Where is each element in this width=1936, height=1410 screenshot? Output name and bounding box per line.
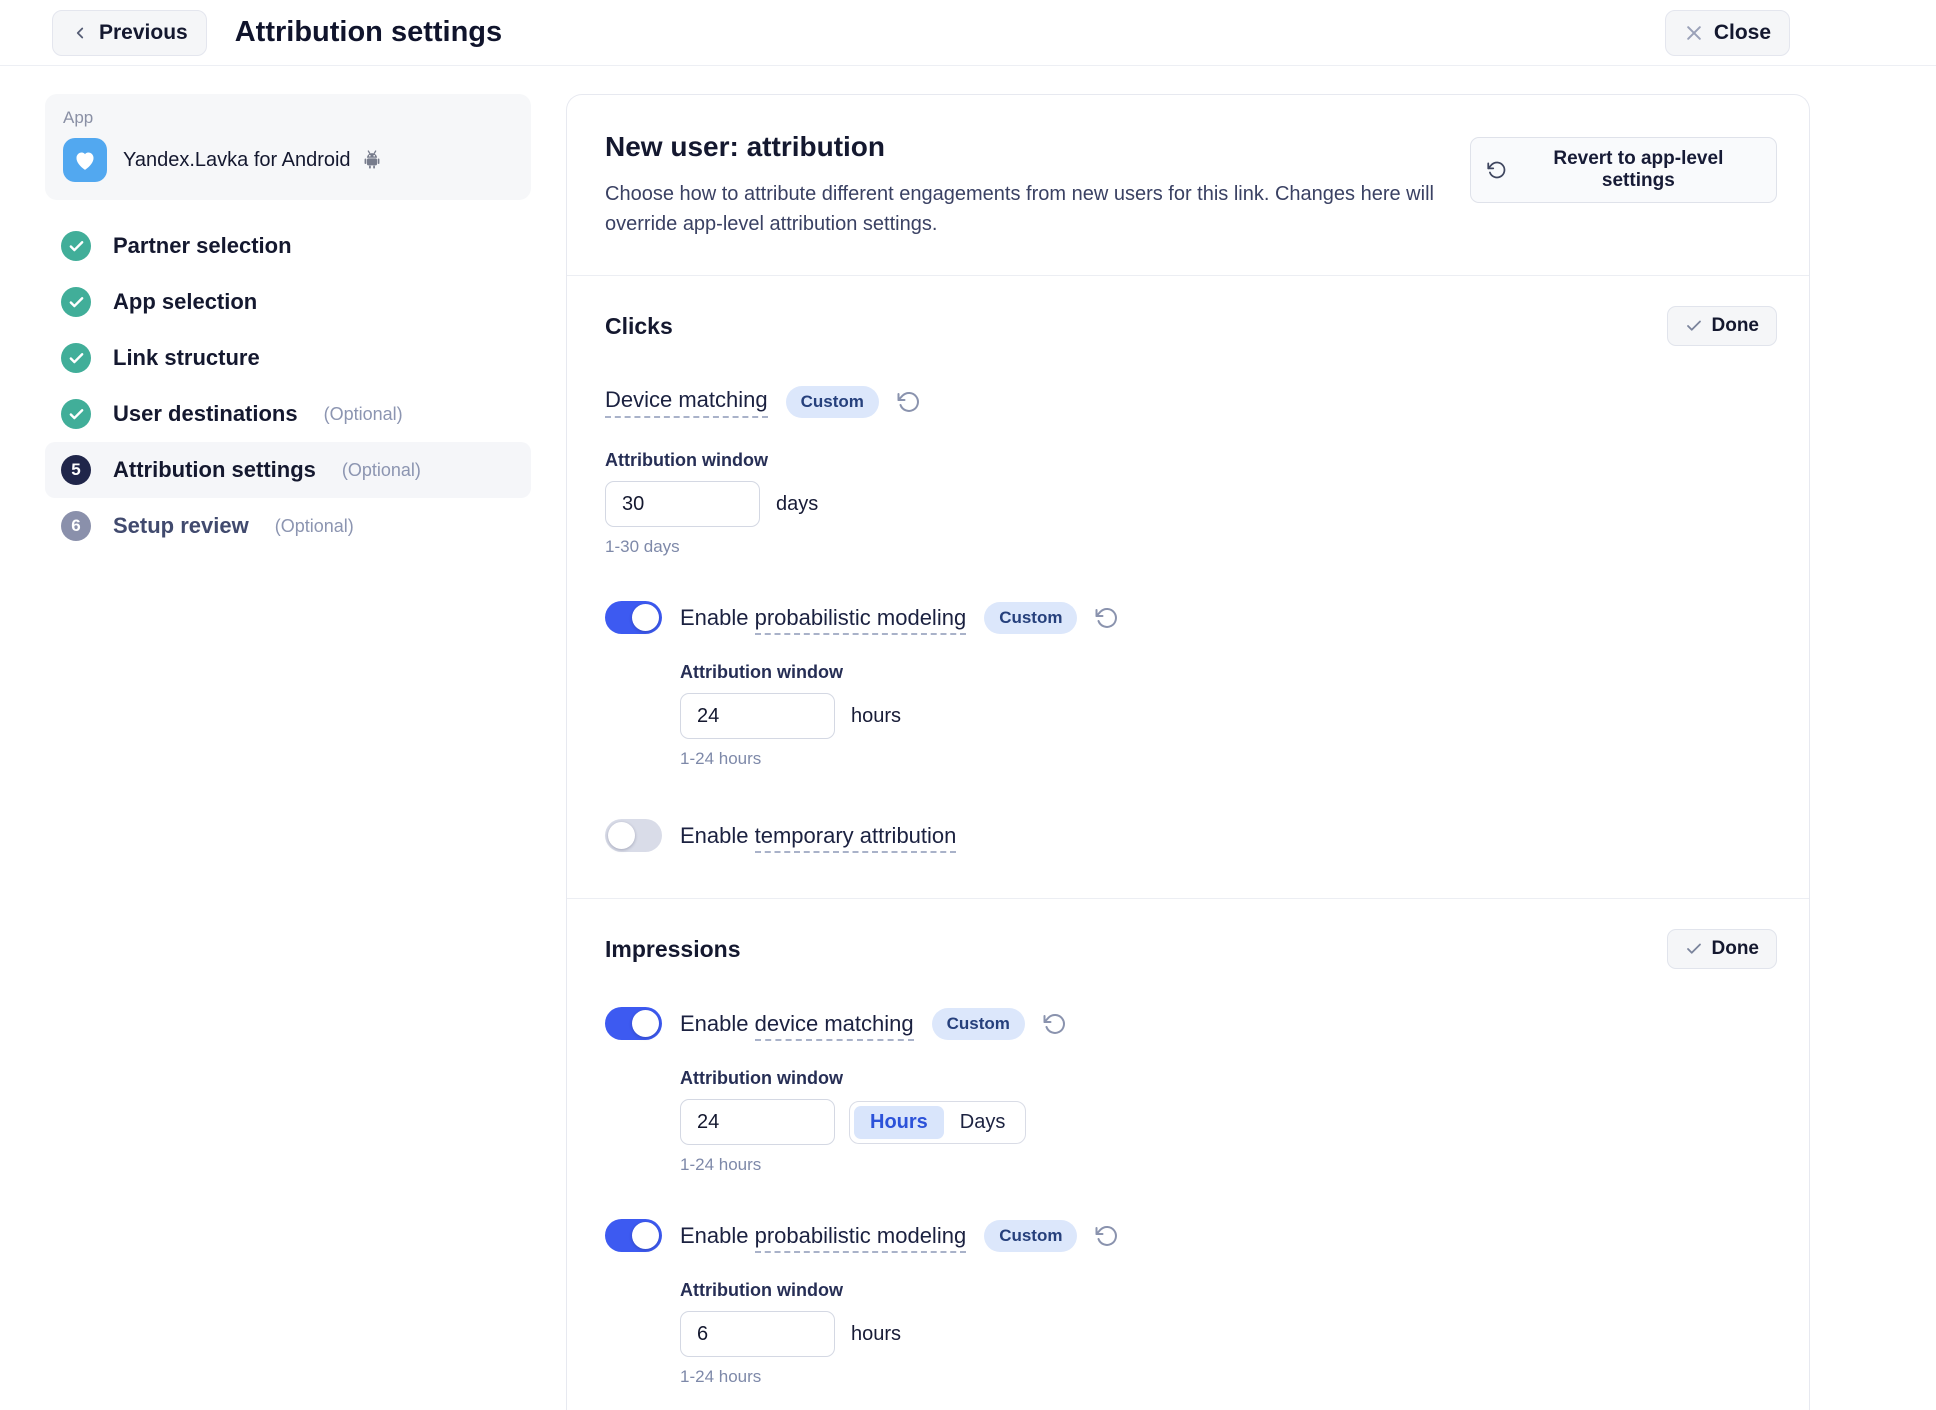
impressions-heading: Impressions [605, 936, 741, 963]
range-hint: 1-24 hours [680, 749, 1777, 769]
wizard-steps: Partner selection App selection Link str… [45, 218, 531, 554]
enable-probabilistic-label: Enable probabilistic modeling [680, 605, 966, 631]
app-name: Yandex.Lavka for Android [123, 149, 383, 172]
clicks-done-button[interactable]: Done [1667, 306, 1778, 346]
enable-device-matching-label: Enable device matching [680, 1011, 914, 1037]
revert-icon[interactable] [1043, 1012, 1067, 1036]
impressions-section: Impressions Done Enable device matching … [567, 899, 1809, 1410]
step-label: Link structure [113, 345, 260, 371]
step-optional-tag: (Optional) [324, 404, 403, 425]
custom-badge: Custom [984, 602, 1077, 634]
sidebar-item-partner-selection[interactable]: Partner selection [45, 218, 531, 274]
attribution-window-label: Attribution window [680, 1280, 1777, 1301]
close-icon [1684, 23, 1704, 43]
unit-label: hours [851, 705, 901, 728]
previous-label: Previous [99, 21, 188, 45]
close-button[interactable]: Close [1665, 10, 1790, 56]
range-hint: 1-24 hours [680, 1155, 1777, 1175]
revert-icon [1487, 160, 1507, 180]
panel-title: New user: attribution [605, 131, 1470, 163]
step-label: User destinations [113, 401, 298, 427]
step-number-badge: 6 [61, 511, 91, 541]
sidebar-item-app-selection[interactable]: App selection [45, 274, 531, 330]
revert-icon[interactable] [897, 390, 921, 414]
clicks-device-window-input[interactable] [605, 481, 760, 527]
sidebar-item-link-structure[interactable]: Link structure [45, 330, 531, 386]
revert-app-level-button[interactable]: Revert to app-level settings [1470, 137, 1777, 203]
step-number-badge: 5 [61, 455, 91, 485]
clicks-temporary-toggle[interactable] [605, 819, 662, 852]
impressions-probabilistic-window-input[interactable] [680, 1311, 835, 1357]
device-matching-term[interactable]: device matching [755, 1011, 914, 1041]
panel-description: Choose how to attribute different engage… [605, 179, 1470, 239]
app-summary: App Yandex.Lavka for Android [45, 94, 531, 200]
chevron-left-icon [71, 22, 89, 44]
step-optional-tag: (Optional) [275, 516, 354, 537]
page-title: Attribution settings [235, 16, 1665, 49]
attribution-window-label: Attribution window [680, 1068, 1777, 1089]
step-optional-tag: (Optional) [342, 460, 421, 481]
check-circle-icon [61, 231, 91, 261]
attribution-window-label: Attribution window [680, 662, 1777, 683]
temporary-term[interactable]: temporary attribution [755, 823, 957, 853]
unit-option-hours[interactable]: Hours [854, 1106, 944, 1139]
sidebar-item-attribution-settings[interactable]: 5 Attribution settings (Optional) [45, 442, 531, 498]
attribution-window-label: Attribution window [605, 450, 1777, 471]
wizard-sidebar: App Yandex.Lavka for Android Partner sel… [45, 94, 531, 554]
check-circle-icon [61, 343, 91, 373]
unit-label: days [776, 493, 818, 516]
app-logo-icon [63, 138, 107, 182]
enable-probabilistic-label: Enable probabilistic modeling [680, 1223, 966, 1249]
clicks-probabilistic-toggle[interactable] [605, 601, 662, 634]
revert-icon[interactable] [1095, 606, 1119, 630]
impressions-probabilistic-toggle[interactable] [605, 1219, 662, 1252]
custom-badge: Custom [984, 1220, 1077, 1252]
revert-app-level-label: Revert to app-level settings [1517, 148, 1760, 192]
probabilistic-term[interactable]: probabilistic modeling [755, 605, 967, 635]
impressions-device-matching-toggle[interactable] [605, 1007, 662, 1040]
enable-prefix: Enable [680, 1011, 755, 1036]
step-label: App selection [113, 289, 257, 315]
check-circle-icon [61, 287, 91, 317]
range-hint: 1-24 hours [680, 1367, 1777, 1387]
step-label: Attribution settings [113, 457, 316, 483]
close-label: Close [1714, 21, 1771, 45]
range-hint: 1-30 days [605, 537, 1777, 557]
device-matching-label[interactable]: Device matching [605, 387, 768, 418]
check-circle-icon [61, 399, 91, 429]
step-label: Setup review [113, 513, 249, 539]
enable-prefix: Enable [680, 823, 755, 848]
unit-option-days[interactable]: Days [944, 1106, 1022, 1139]
unit-segmented-control: Hours Days [849, 1101, 1026, 1144]
unit-label: hours [851, 1323, 901, 1346]
clicks-section: Clicks Done Device matching Custom Attri… [567, 276, 1809, 898]
custom-badge: Custom [932, 1008, 1025, 1040]
custom-badge: Custom [786, 386, 879, 418]
attribution-panel: New user: attribution Choose how to attr… [566, 94, 1810, 1410]
app-name-text: Yandex.Lavka for Android [123, 149, 351, 172]
previous-button[interactable]: Previous [52, 10, 207, 56]
done-label: Done [1712, 315, 1760, 337]
clicks-heading: Clicks [605, 313, 673, 340]
step-label: Partner selection [113, 233, 292, 259]
impressions-device-window-input[interactable] [680, 1099, 835, 1145]
clicks-probabilistic-window-input[interactable] [680, 693, 835, 739]
android-icon [361, 149, 383, 171]
check-icon [1685, 940, 1703, 958]
impressions-done-button[interactable]: Done [1667, 929, 1778, 969]
enable-prefix: Enable [680, 1223, 755, 1248]
sidebar-item-setup-review[interactable]: 6 Setup review (Optional) [45, 498, 531, 554]
top-bar: Previous Attribution settings Close [0, 0, 1936, 66]
enable-prefix: Enable [680, 605, 755, 630]
sidebar-item-user-destinations[interactable]: User destinations (Optional) [45, 386, 531, 442]
revert-icon[interactable] [1095, 1224, 1119, 1248]
enable-temporary-label: Enable temporary attribution [680, 823, 956, 849]
app-label: App [63, 108, 513, 128]
check-icon [1685, 317, 1703, 335]
probabilistic-term[interactable]: probabilistic modeling [755, 1223, 967, 1253]
done-label: Done [1712, 938, 1760, 960]
